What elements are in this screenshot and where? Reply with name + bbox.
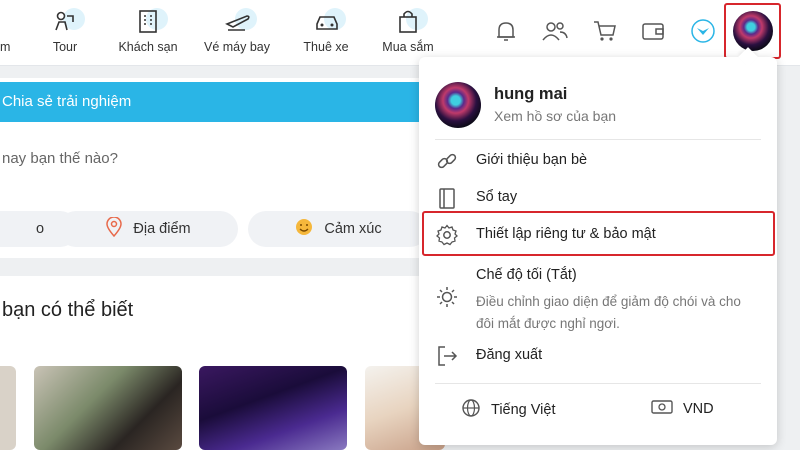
profile-name[interactable]: hung mai — [494, 85, 567, 104]
wallet-icon[interactable] — [640, 18, 666, 44]
nav-item-shopping[interactable]: Mua sắm — [363, 6, 453, 54]
location-pin-icon — [105, 216, 123, 241]
nav-item-partial-label[interactable]: m — [0, 40, 10, 54]
bell-icon[interactable] — [493, 18, 519, 44]
nav-item-flight[interactable]: Vé máy bay — [192, 6, 282, 54]
menu-item-label: Sổ tay — [476, 189, 518, 205]
hotel-icon — [130, 6, 168, 36]
suggestions-title: bạn có thể biết — [2, 299, 134, 321]
divider — [435, 139, 761, 140]
tour-icon — [47, 6, 85, 36]
gear-icon — [435, 223, 459, 247]
avatar — [732, 11, 773, 51]
globe-icon — [461, 398, 481, 422]
menu-item-label: Giới thiệu bạn bè — [476, 152, 588, 168]
nav-item-label: Khách sạn — [118, 40, 178, 54]
logout-icon — [435, 344, 459, 368]
suggested-friend-photo[interactable] — [0, 366, 16, 450]
cart-icon[interactable] — [592, 18, 618, 44]
brand-logo-icon[interactable] — [690, 18, 716, 44]
share-header: Chia sẻ trải nghiệm — [0, 82, 440, 122]
notebook-icon — [435, 186, 459, 210]
shopping-bag-icon — [390, 6, 428, 36]
location-button[interactable]: Địa điểm — [58, 211, 238, 247]
menu-item-description: Điều chỉnh giao diện để giảm độ chói và … — [476, 294, 741, 331]
nav-item-hotel[interactable]: Khách sạn — [103, 6, 193, 54]
suggested-friend-photo[interactable] — [199, 366, 347, 450]
post-input[interactable]: nay bạn thế nào? — [2, 150, 118, 167]
nav-item-label: Vé máy bay — [203, 40, 270, 54]
currency-label: VND — [683, 401, 714, 417]
nav-item-label: Tour — [52, 40, 78, 54]
menu-item-label: Đăng xuất — [476, 347, 543, 363]
menu-item-refer-friends[interactable]: Giới thiệu bạn bè — [435, 149, 761, 181]
menu-item-label: Chế độ tối (Tắt) — [476, 267, 577, 283]
menu-item-logout[interactable]: Đăng xuất — [435, 344, 761, 376]
menu-item-label: Thiết lập riêng tư & bảo mật — [476, 226, 656, 242]
smiley-icon — [294, 217, 314, 241]
nav-item-car-rental[interactable]: Thuê xe — [281, 6, 371, 54]
link-icon — [435, 149, 459, 173]
pill-label: o — [35, 221, 45, 237]
profile-avatar-button[interactable] — [724, 3, 781, 59]
money-icon — [651, 398, 673, 420]
nav-item-label: Mua sắm — [382, 40, 434, 54]
nav-item-tour[interactable]: Tour — [20, 6, 110, 54]
language-selector[interactable]: Tiếng Việt — [461, 398, 556, 422]
airplane-icon — [219, 6, 257, 36]
menu-item-notebook[interactable]: Sổ tay — [435, 186, 761, 218]
feeling-button[interactable]: Cảm xúc — [248, 211, 428, 247]
sun-icon — [435, 285, 459, 309]
view-profile-link[interactable]: Xem hồ sơ của bạn — [494, 108, 616, 124]
pill-label: Địa điểm — [133, 221, 191, 237]
pill-label: Cảm xúc — [324, 221, 382, 237]
language-label: Tiếng Việt — [491, 402, 556, 418]
friends-icon[interactable] — [541, 18, 568, 44]
car-icon — [308, 6, 346, 36]
menu-item-dark-mode[interactable]: Chế độ tối (Tắt) Điều chỉnh giao diện để… — [435, 267, 761, 335]
account-dropdown-menu: hung mai Xem hồ sơ của bạn Giới thiệu bạ… — [419, 47, 777, 445]
nav-item-label: Thuê xe — [303, 40, 349, 54]
suggested-friend-photo[interactable] — [34, 366, 182, 450]
divider — [435, 383, 761, 384]
currency-selector[interactable]: VND — [651, 398, 714, 420]
menu-item-privacy-security[interactable]: Thiết lập riêng tư & bảo mật — [435, 223, 761, 255]
avatar[interactable] — [435, 82, 481, 128]
